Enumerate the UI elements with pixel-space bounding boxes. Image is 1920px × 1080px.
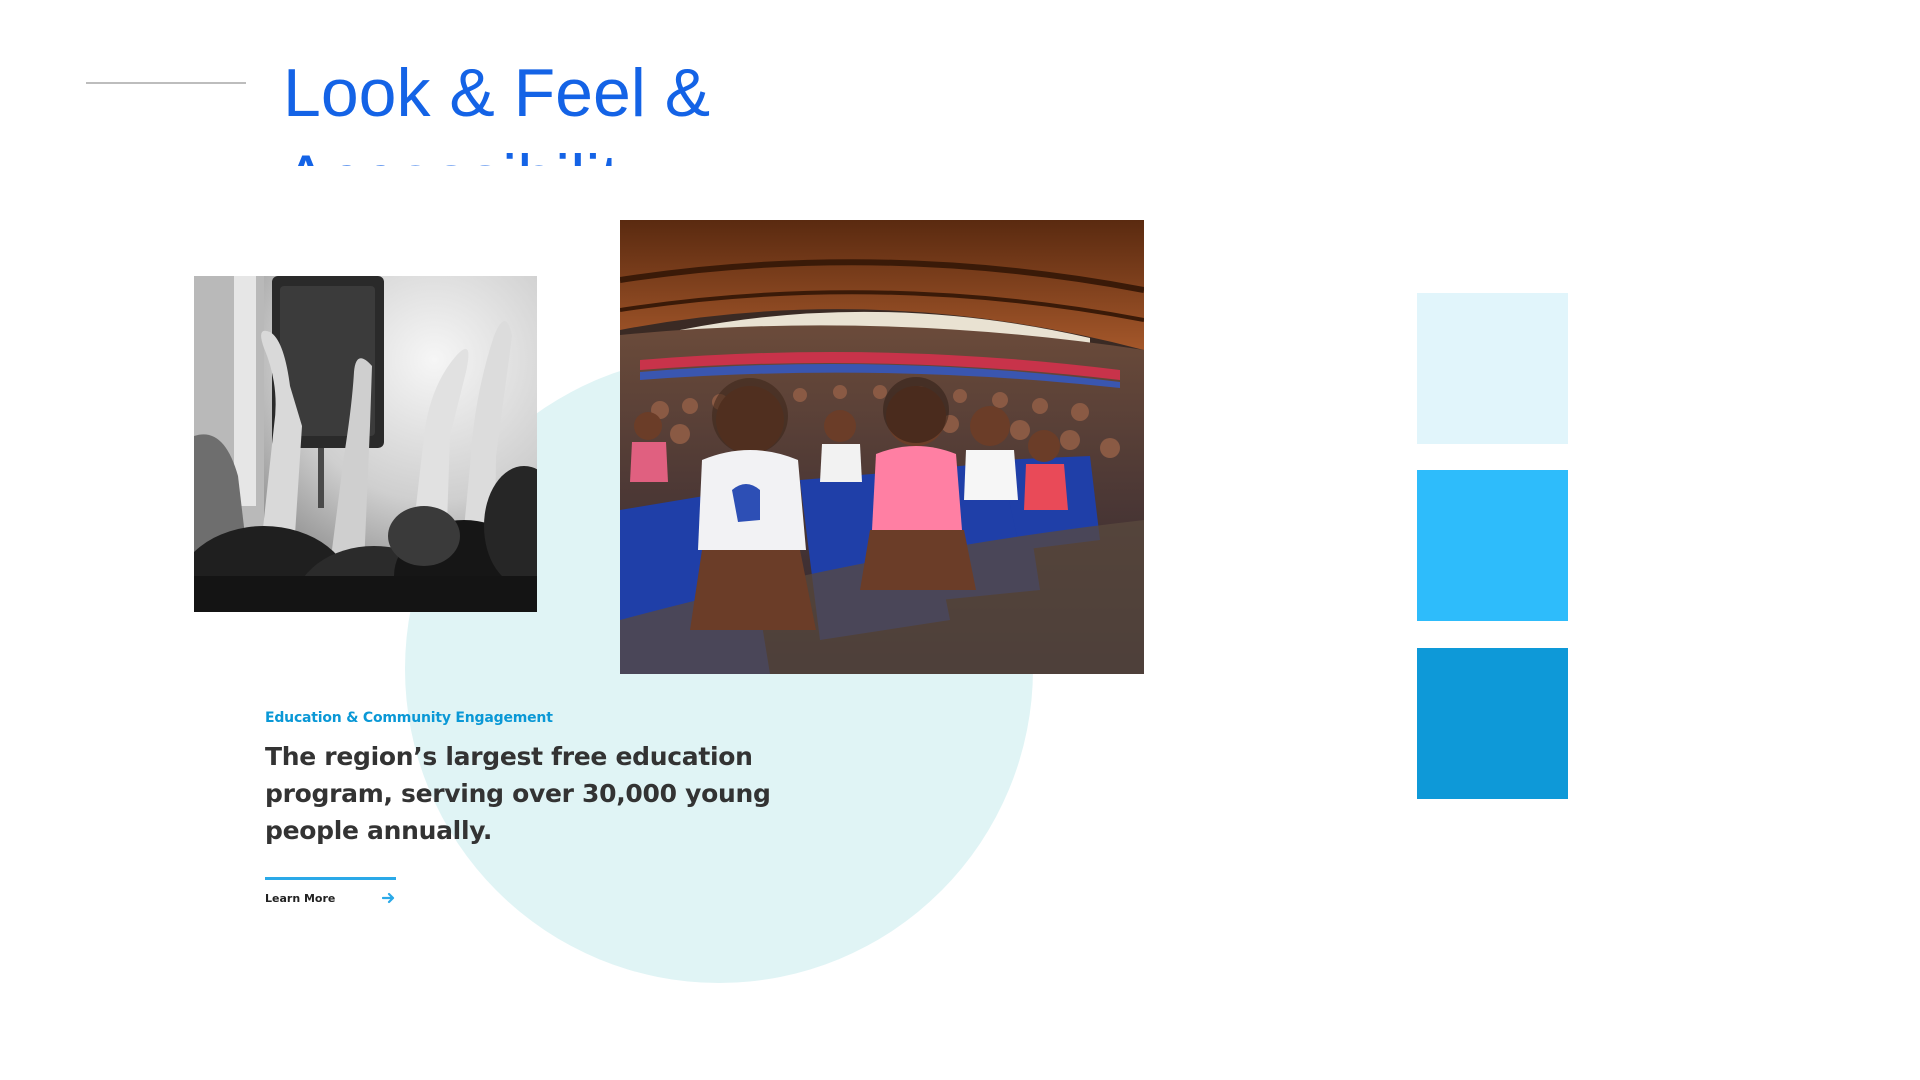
feature-headline: The region’s largest free education prog… xyxy=(265,742,771,845)
section-eyebrow: Education & Community Engagement xyxy=(265,710,553,726)
sky-blue-swatch xyxy=(1417,470,1568,621)
children-in-pavilion-photo xyxy=(620,220,1144,674)
light-cyan-swatch xyxy=(1417,293,1568,444)
slide-canvas: Look & Feel & Accessibility xyxy=(0,0,1920,1080)
learn-more-link[interactable]: Learn More xyxy=(265,877,396,909)
learn-more-label: Learn More xyxy=(265,891,336,905)
title-rule xyxy=(86,82,246,84)
slide-title: Look & Feel & Accessibility xyxy=(283,55,711,166)
arrow-right-icon xyxy=(382,892,395,904)
raised-hands-photo xyxy=(194,276,537,612)
deep-blue-swatch xyxy=(1417,648,1568,799)
title-area: Look & Feel & Accessibility xyxy=(283,50,1183,166)
